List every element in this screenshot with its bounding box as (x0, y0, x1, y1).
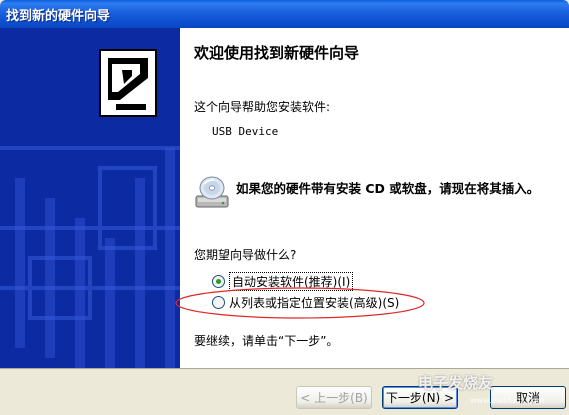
option-manual-install-label: 从列表或指定位置安装(高级)(S) (229, 296, 400, 310)
continue-hint: 要继续，请单击“下一步”。 (194, 334, 339, 348)
back-button[interactable]: < 上一步(B) (296, 386, 372, 409)
window-title: 找到新的硬件向导 (6, 9, 111, 24)
option-manual-install[interactable]: 从列表或指定位置安装(高级)(S) (212, 294, 399, 311)
intro-text: 这个向导帮助您安装软件: (194, 100, 331, 114)
wizard-content: 欢迎使用找到新硬件向导 这个向导帮助您安装软件: USB Device 如果您的… (175, 28, 569, 368)
next-button[interactable]: 下一步(N) > (382, 386, 458, 409)
banner-graphic (0, 28, 180, 368)
hardware-wizard-icon (99, 49, 157, 117)
side-banner (0, 28, 180, 368)
cancel-button[interactable]: 取消 (490, 386, 566, 409)
page-title: 欢迎使用找到新硬件向导 (194, 44, 360, 62)
question-text: 您期望向导做什么? (194, 248, 297, 262)
button-bar: < 上一步(B) 下一步(N) > 取消 (0, 368, 569, 415)
radio-manual-install[interactable] (212, 296, 225, 309)
device-name: USB Device (212, 125, 279, 138)
wizard-window: 找到新的硬件向导 欢迎使用找到新硬件向导 这个向导帮助您安装软件: USB De… (0, 0, 569, 415)
cd-disk-icon (195, 176, 229, 208)
title-bar[interactable]: 找到新的硬件向导 (0, 0, 569, 28)
cd-prompt: 如果您的硬件带有安装 CD 或软盘，请现在将其插入。 (236, 181, 540, 196)
